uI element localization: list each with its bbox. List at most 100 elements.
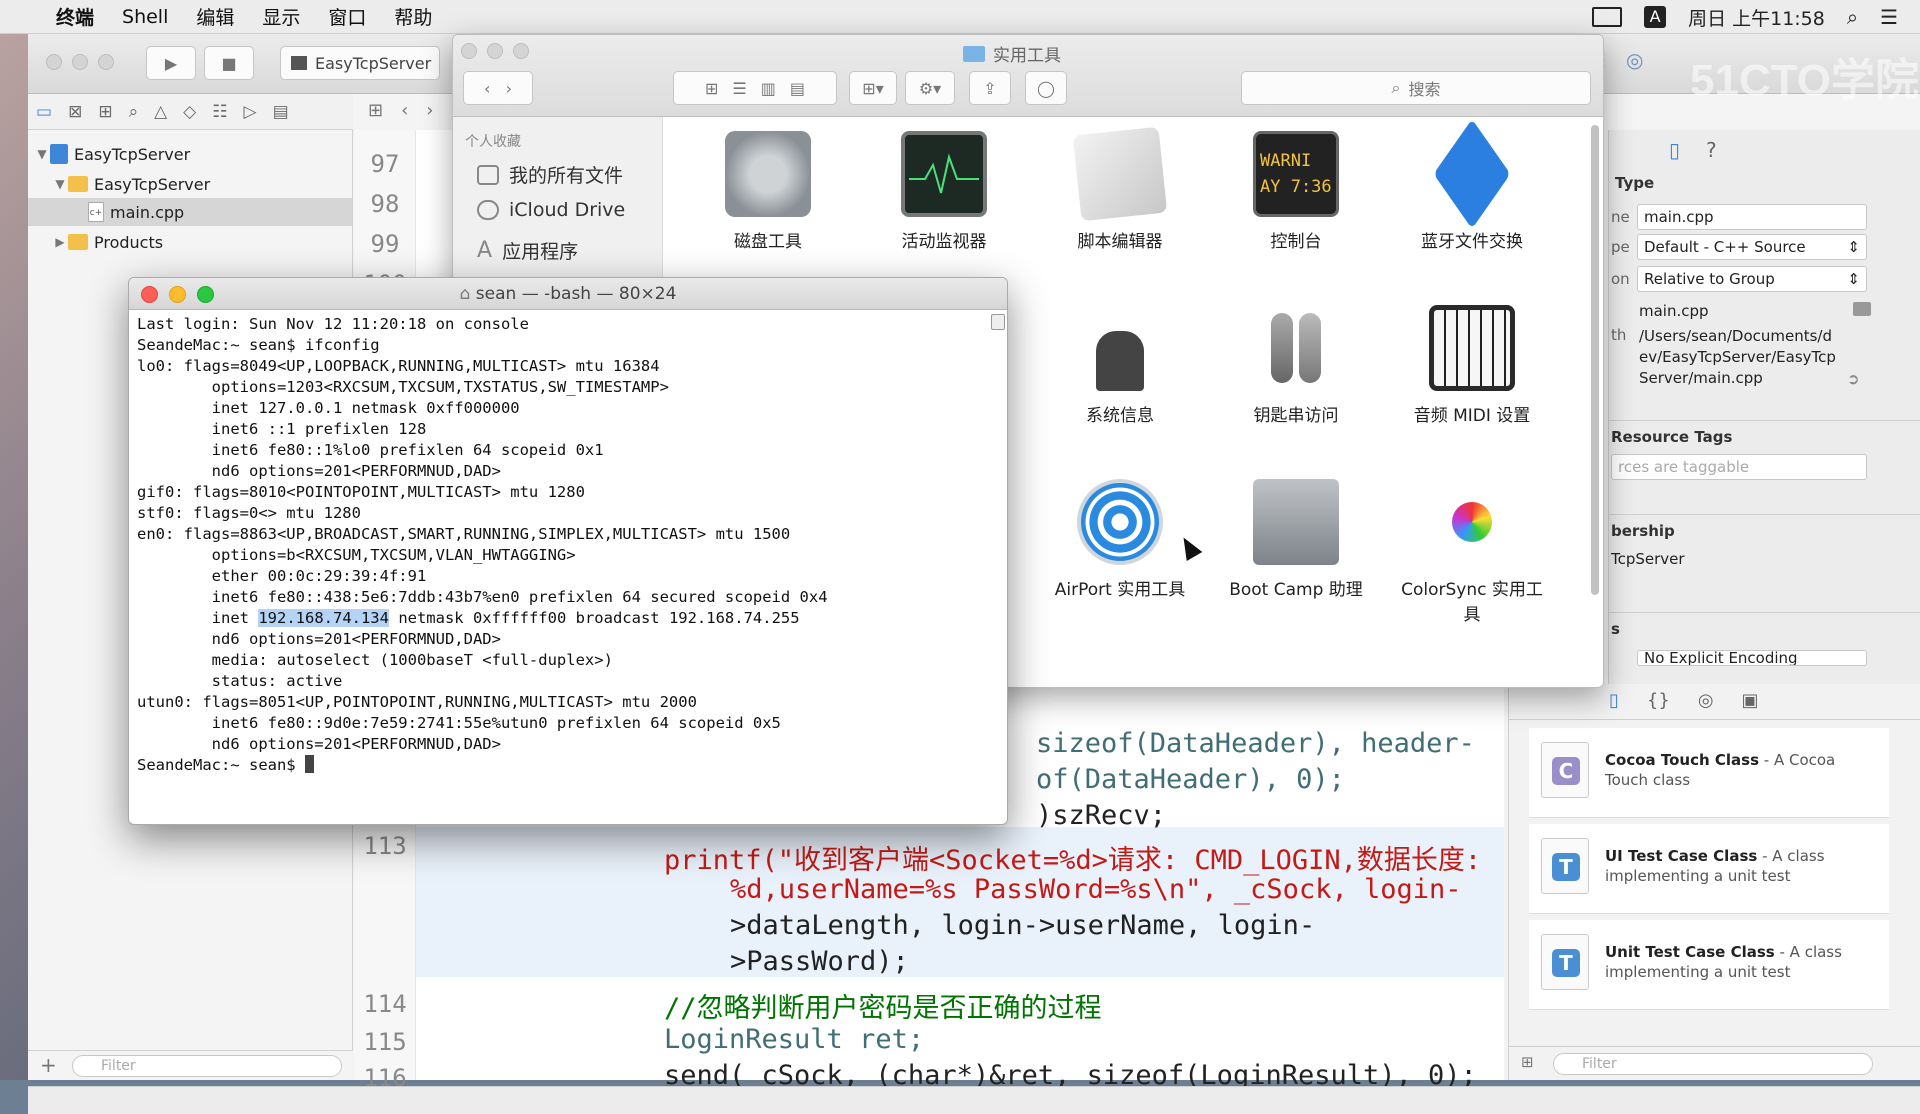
input-source-icon[interactable]: A bbox=[1644, 6, 1667, 28]
code-snippet-icon[interactable]: {} bbox=[1647, 690, 1670, 719]
icon-view-icon[interactable]: ⊞ bbox=[705, 79, 718, 98]
run-button[interactable]: ▶ bbox=[146, 46, 196, 80]
forward-icon[interactable]: › bbox=[506, 79, 512, 98]
menu-help[interactable]: 帮助 bbox=[394, 3, 432, 30]
close-window-button[interactable] bbox=[46, 54, 62, 70]
tags-button[interactable]: ◯ bbox=[1025, 71, 1067, 105]
zoom-window-button[interactable] bbox=[98, 54, 114, 70]
source-control-icon[interactable]: ⊠ bbox=[68, 102, 82, 122]
spotlight-icon[interactable]: ⌕ bbox=[1847, 5, 1858, 29]
app-colorsync-utility[interactable]: ColorSync 实用工具 bbox=[1387, 479, 1557, 625]
zoom-window-button[interactable] bbox=[513, 43, 529, 59]
zoom-window-button[interactable] bbox=[197, 286, 214, 303]
minimize-window-button[interactable] bbox=[169, 286, 186, 303]
type-select[interactable]: Default - C++ Source ⇕ bbox=[1637, 234, 1867, 260]
location-select[interactable]: Relative to Group ⇕ bbox=[1637, 266, 1867, 292]
action-button[interactable]: ⚙▾ bbox=[905, 71, 955, 105]
tree-item-products[interactable]: ▶ Products bbox=[28, 228, 352, 256]
breakpoint-navigator-icon[interactable]: ▷ bbox=[244, 102, 257, 122]
app-script-editor[interactable]: 脚本编辑器 bbox=[1035, 126, 1205, 252]
quick-help-icon[interactable]: ? bbox=[1706, 138, 1717, 162]
find-navigator-icon[interactable]: ⌕ bbox=[129, 102, 139, 122]
app-bluetooth-file-exchange[interactable]: 蓝牙文件交换 bbox=[1387, 119, 1557, 252]
back-icon[interactable]: ‹ bbox=[401, 100, 408, 121]
report-navigator-icon[interactable]: ▤ bbox=[273, 102, 289, 122]
library-item[interactable]: T UI Test Case Class - A class implement… bbox=[1529, 824, 1889, 914]
library-item[interactable]: C Cocoa Touch Class - A Cocoa Touch clas… bbox=[1529, 728, 1889, 818]
sidebar-item-applications[interactable]: A 应用程序 bbox=[477, 237, 578, 264]
menu-terminal[interactable]: 终端 bbox=[56, 3, 94, 30]
watermark-logo: 51CTO学院 bbox=[1690, 56, 1920, 105]
close-window-button[interactable] bbox=[141, 286, 158, 303]
finder-search-input[interactable]: ⌕ 搜索 bbox=[1241, 71, 1591, 105]
minimize-window-button[interactable] bbox=[487, 43, 503, 59]
assistant-editor-icon[interactable]: ◎ bbox=[1626, 48, 1643, 72]
share-button[interactable]: ⇪ bbox=[969, 71, 1011, 105]
media-library-icon[interactable]: ▣ bbox=[1742, 690, 1759, 719]
app-disk-utility[interactable]: 磁盘工具 bbox=[683, 131, 853, 252]
line-number: 97 bbox=[370, 150, 400, 178]
view-mode-buttons[interactable]: ⊞ ☰ ▥ ▤ bbox=[673, 71, 837, 105]
tree-item-group[interactable]: ▼ EasyTcpServer bbox=[28, 170, 352, 198]
coverflow-view-icon[interactable]: ▤ bbox=[790, 79, 805, 98]
symbol-navigator-icon[interactable]: ⊞ bbox=[98, 102, 112, 122]
app-label: 磁盘工具 bbox=[734, 232, 802, 252]
file-template-icon[interactable]: ▯ bbox=[1609, 690, 1619, 719]
notification-center-icon[interactable]: ☰ bbox=[1880, 5, 1898, 29]
app-console[interactable]: WARNI AY 7:36 控制台 bbox=[1211, 131, 1381, 252]
project-navigator-icon[interactable]: ▭ bbox=[36, 102, 52, 122]
disclosure-closed-icon[interactable]: ▶ bbox=[52, 235, 68, 249]
section-identity-type: Type bbox=[1615, 174, 1655, 192]
app-keychain-access[interactable]: 钥匙串访问 bbox=[1211, 305, 1381, 426]
app-audio-midi-setup[interactable]: 音频 MIDI 设置 bbox=[1387, 305, 1557, 426]
app-boot-camp-assistant[interactable]: Boot Camp 助理 bbox=[1211, 479, 1381, 600]
test-navigator-icon[interactable]: ◇ bbox=[183, 102, 196, 122]
airplay-icon[interactable] bbox=[1592, 7, 1623, 27]
resource-tags-field[interactable]: rces are taggable bbox=[1611, 454, 1867, 480]
menu-view[interactable]: 显示 bbox=[262, 3, 300, 30]
sidebar-item-all-files[interactable]: 我的所有文件 bbox=[477, 161, 623, 188]
back-icon[interactable]: ‹ bbox=[484, 79, 490, 98]
applications-icon: A bbox=[477, 238, 493, 263]
disclosure-open-icon[interactable]: ▼ bbox=[52, 177, 68, 191]
navigator-filter-input[interactable]: Filter bbox=[72, 1055, 342, 1077]
name-field[interactable]: main.cpp bbox=[1637, 204, 1867, 230]
finder-scrollbar[interactable] bbox=[1591, 125, 1599, 595]
app-system-information[interactable]: 系统信息 bbox=[1035, 305, 1205, 426]
horizontal-scrollbar[interactable] bbox=[28, 1086, 1920, 1114]
terminal-output[interactable]: Last login: Sun Nov 12 11:20:18 on conso… bbox=[137, 314, 997, 776]
target-membership-item[interactable]: TcpServer bbox=[1611, 550, 1685, 568]
selected-ip-text[interactable]: 192.168.74.134 bbox=[258, 609, 389, 627]
tree-item-main-cpp[interactable]: c+ main.cpp bbox=[28, 198, 352, 226]
app-activity-monitor[interactable]: 活动监视器 bbox=[859, 131, 1029, 252]
menu-edit[interactable]: 编辑 bbox=[196, 3, 234, 30]
disclosure-open-icon[interactable]: ▼ bbox=[34, 147, 50, 161]
column-view-icon[interactable]: ▥ bbox=[761, 79, 776, 98]
minimize-window-button[interactable] bbox=[72, 54, 88, 70]
back-forward-buttons[interactable]: ‹ › bbox=[463, 71, 533, 105]
related-items-icon[interactable]: ⊞ bbox=[368, 100, 383, 121]
object-library-icon[interactable]: ◎ bbox=[1698, 690, 1714, 719]
stop-button[interactable]: ■ bbox=[204, 46, 254, 80]
menubar-clock[interactable]: 周日 上午11:58 bbox=[1688, 4, 1825, 31]
scheme-selector[interactable]: EasyTcpServer bbox=[280, 46, 440, 80]
issue-navigator-icon[interactable]: △ bbox=[154, 102, 167, 122]
debug-navigator-icon[interactable]: ☷ bbox=[212, 102, 227, 122]
file-inspector-icon[interactable]: ▯ bbox=[1669, 138, 1680, 162]
menu-window[interactable]: 窗口 bbox=[328, 3, 366, 30]
reveal-arrow-icon[interactable]: ➲ bbox=[1847, 370, 1860, 388]
close-window-button[interactable] bbox=[461, 43, 477, 59]
list-view-icon[interactable]: ☰ bbox=[732, 79, 746, 98]
library-filter-input[interactable]: Filter bbox=[1553, 1053, 1873, 1075]
forward-icon[interactable]: › bbox=[426, 100, 433, 121]
sidebar-item-icloud[interactable]: iCloud Drive bbox=[477, 199, 625, 221]
grid-view-icon[interactable]: ⊞ bbox=[1521, 1053, 1534, 1071]
add-icon[interactable]: + bbox=[40, 1053, 57, 1077]
menu-shell[interactable]: Shell bbox=[122, 6, 168, 28]
folder-browse-icon[interactable] bbox=[1853, 302, 1871, 316]
arrange-button[interactable]: ⊞▾ bbox=[849, 71, 897, 105]
terminal-scroll-indicator[interactable] bbox=[991, 314, 1005, 330]
encoding-select[interactable]: No Explicit Encoding bbox=[1637, 650, 1867, 666]
tree-item-project[interactable]: ▼ EasyTcpServer bbox=[28, 140, 352, 168]
library-item[interactable]: T Unit Test Case Class - A class impleme… bbox=[1529, 920, 1889, 1010]
